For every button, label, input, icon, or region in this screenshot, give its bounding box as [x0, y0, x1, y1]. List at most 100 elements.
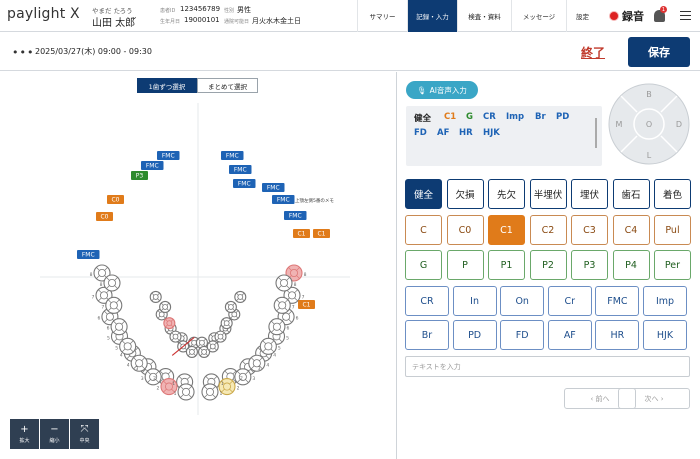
surface-m-label[interactable]: M: [616, 120, 623, 129]
prosth-row1-on-button[interactable]: On: [500, 286, 545, 316]
surface-o-label[interactable]: O: [646, 120, 652, 129]
tooth[interactable]: [273, 296, 291, 314]
perio-buttons-p2-button[interactable]: P2: [529, 250, 567, 280]
prosth-row2-af-button[interactable]: AF: [547, 320, 592, 350]
prosth-row2-hr-button[interactable]: HR: [595, 320, 640, 350]
next-button[interactable]: 次へ ›: [618, 388, 690, 409]
tooth[interactable]: [159, 300, 172, 313]
treatment-label[interactable]: FMC: [77, 250, 100, 259]
perio-buttons-p1-button[interactable]: P1: [488, 250, 525, 280]
tab-exam-docs[interactable]: 検査・資料: [457, 0, 511, 32]
more-options-icon[interactable]: •••: [12, 46, 34, 59]
caries-buttons-c2-button[interactable]: C2: [529, 215, 567, 245]
tooth[interactable]: [220, 317, 233, 330]
prosth-row2-pd-button[interactable]: PD: [452, 320, 497, 350]
tab-record-input[interactable]: 記録・入力: [407, 0, 457, 32]
surface-b-label[interactable]: B: [646, 90, 652, 99]
tooth[interactable]: [206, 340, 219, 353]
prosth-row2-fd-button[interactable]: FD: [500, 320, 545, 350]
perio-buttons-p4-button[interactable]: P4: [612, 250, 650, 280]
select-batch-toggle[interactable]: まとめて選択: [197, 78, 258, 93]
caries-buttons-c1-button[interactable]: C1: [488, 215, 525, 245]
tooth[interactable]: [149, 290, 162, 303]
tooth[interactable]: [110, 318, 128, 336]
treatment-label[interactable]: FMC: [233, 179, 256, 188]
prosth-row2-hjk-button[interactable]: HJK: [643, 320, 687, 350]
hamburger-menu-icon[interactable]: [680, 11, 691, 20]
tooth[interactable]: [177, 383, 195, 401]
treatment-label[interactable]: P3: [131, 171, 148, 180]
tab-summary[interactable]: サマリー: [357, 0, 407, 32]
perio-buttons-g-button[interactable]: G: [405, 250, 442, 280]
prosth-row1-imp-button[interactable]: Imp: [643, 286, 687, 316]
perio-buttons-p-button[interactable]: P: [446, 250, 484, 280]
status-buttons-着色-button[interactable]: 着色: [654, 179, 691, 209]
surface-d-label[interactable]: D: [676, 120, 682, 129]
tooth[interactable]: [234, 290, 247, 303]
prosth-row2-br-button[interactable]: Br: [405, 320, 449, 350]
text-input[interactable]: テキストを入力: [405, 356, 690, 377]
prosth-row1-cr-button[interactable]: CR: [405, 286, 449, 316]
prosth-row1-fmc-button[interactable]: FMC: [595, 286, 640, 316]
surface-l-label[interactable]: L: [647, 151, 652, 160]
perio-buttons-per-button[interactable]: Per: [654, 250, 691, 280]
tooth[interactable]: [234, 368, 252, 386]
tooth[interactable]: [185, 345, 198, 358]
status-buttons-先欠-button[interactable]: 先欠: [488, 179, 525, 209]
prosth-row1-cr-button[interactable]: Cr: [547, 286, 592, 316]
tooth[interactable]: [169, 330, 182, 343]
treatment-label[interactable]: C1: [298, 300, 315, 309]
treatment-label[interactable]: C0: [107, 195, 124, 204]
patient-name[interactable]: 山田 太郎: [92, 14, 135, 29]
zoom-in-button[interactable]: + 拡大: [10, 419, 39, 449]
treatment-label[interactable]: C1: [293, 229, 310, 238]
treatment-label[interactable]: FMC: [272, 195, 295, 204]
caries-buttons-c3-button[interactable]: C3: [571, 215, 608, 245]
tooth[interactable]: [105, 296, 123, 314]
save-button[interactable]: 保存: [628, 37, 690, 67]
record-icon[interactable]: [609, 11, 619, 21]
caries-buttons-c-button[interactable]: C: [405, 215, 442, 245]
status-buttons-埋伏-button[interactable]: 埋伏: [571, 179, 608, 209]
tab-messages[interactable]: メッセージ: [511, 0, 566, 32]
perio-buttons-p3-button[interactable]: P3: [571, 250, 608, 280]
caries-buttons-c4-button[interactable]: C4: [612, 215, 650, 245]
dental-chart[interactable]: 87654321 1234567887654321 12345678 FMCFMCP…: [0, 95, 396, 417]
status-buttons-欠損-button[interactable]: 欠損: [446, 179, 484, 209]
tooth[interactable]: [119, 337, 137, 355]
center-button[interactable]: ⤧ 中央: [70, 419, 99, 449]
chevron-down-icon[interactable]: ⌄: [131, 12, 138, 21]
select-single-tooth-toggle[interactable]: 1歯ずつ選択: [137, 78, 197, 93]
tooth[interactable]: [130, 354, 148, 372]
tooth[interactable]: [201, 383, 219, 401]
tooth[interactable]: [275, 274, 293, 292]
treatment-label[interactable]: FMC: [157, 151, 180, 160]
caries-buttons-pul-button[interactable]: Pul: [654, 215, 691, 245]
treatment-label[interactable]: FMC: [141, 161, 164, 170]
status-buttons-健全-button[interactable]: 健全: [405, 179, 442, 209]
tooth[interactable]: [259, 337, 277, 355]
ai-voice-input-button[interactable]: 🎙 AI音声入力: [406, 81, 478, 99]
prosth-row1-in-button[interactable]: In: [452, 286, 497, 316]
tooth[interactable]: [224, 300, 237, 313]
app-logo[interactable]: paylight X: [7, 6, 80, 22]
treatment-label[interactable]: FMC: [284, 211, 307, 220]
code-summary-scrollbar[interactable]: [595, 118, 597, 148]
tab-settings[interactable]: 設定: [566, 0, 598, 32]
record-label[interactable]: 録音: [622, 8, 644, 24]
tooth[interactable]: [163, 317, 176, 330]
caries-buttons-c0-button[interactable]: C0: [446, 215, 484, 245]
tooth-surface-selector[interactable]: B M O D L: [608, 83, 690, 165]
tooth[interactable]: [103, 274, 121, 292]
treatment-label[interactable]: FMC: [221, 151, 244, 160]
treatment-label[interactable]: FMC: [229, 165, 252, 174]
treatment-label[interactable]: FMC: [262, 183, 285, 192]
status-buttons-半埋伏-button[interactable]: 半埋伏: [529, 179, 567, 209]
status-buttons-歯石-button[interactable]: 歯石: [612, 179, 650, 209]
tooth[interactable]: [214, 330, 227, 343]
treatment-label[interactable]: C0: [96, 212, 113, 221]
tooth[interactable]: [268, 318, 286, 336]
zoom-out-button[interactable]: − 縮小: [40, 419, 69, 449]
end-button[interactable]: 終了: [581, 44, 605, 61]
treatment-label[interactable]: C1: [313, 229, 330, 238]
